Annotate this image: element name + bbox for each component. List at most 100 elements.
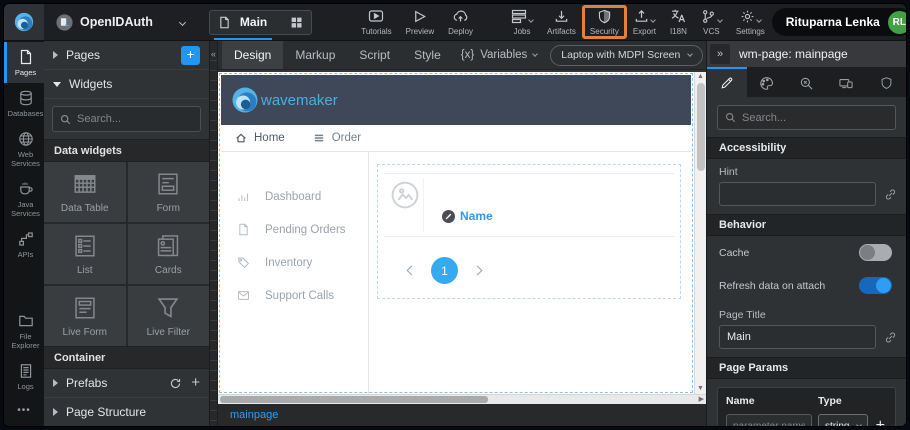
behavior-section-header[interactable]: Behavior bbox=[707, 214, 906, 236]
rail-item-apis[interactable]: APIs bbox=[4, 224, 44, 265]
add-param-button[interactable]: + bbox=[874, 417, 887, 426]
tab-properties[interactable] bbox=[707, 67, 747, 97]
hint-input[interactable] bbox=[719, 182, 876, 206]
i18n-button[interactable]: I18N bbox=[663, 5, 694, 39]
list-item-template[interactable]: Name bbox=[384, 173, 674, 237]
properties-tabs bbox=[707, 67, 906, 97]
accessibility-section-header[interactable]: Accessibility bbox=[707, 137, 906, 159]
topbar-actions-right: Jobs Artifacts Security Export I18N VCS bbox=[504, 5, 772, 39]
search-icon bbox=[725, 112, 736, 123]
tutorials-button[interactable]: Tutorials bbox=[354, 5, 398, 39]
jobs-button[interactable]: Jobs bbox=[504, 5, 540, 39]
bind-property-link-icon[interactable] bbox=[884, 188, 897, 201]
settings-button[interactable]: Settings bbox=[729, 5, 772, 39]
param-name-input[interactable] bbox=[726, 414, 812, 426]
wavemaker-logo[interactable] bbox=[4, 4, 44, 40]
nav-item-order[interactable]: Order bbox=[313, 132, 361, 144]
tab-style[interactable]: Style bbox=[402, 41, 453, 69]
tab-design[interactable]: Design bbox=[222, 41, 283, 69]
device-selector[interactable]: Laptop with MDPI Screen bbox=[550, 45, 703, 66]
tab-styles[interactable] bbox=[747, 67, 787, 97]
widget-cards[interactable]: Cards bbox=[128, 224, 210, 284]
api-nodes-icon bbox=[18, 231, 34, 247]
name-field-binding[interactable]: Name bbox=[442, 200, 493, 232]
wavemaker-wave-icon bbox=[13, 11, 35, 33]
prefabs-section-header[interactable]: Prefabs + bbox=[44, 369, 209, 398]
widget-data-table[interactable]: Data Table bbox=[44, 162, 126, 222]
artifacts-button[interactable]: Artifacts bbox=[540, 5, 583, 39]
rail-item-pages[interactable]: Pages bbox=[4, 42, 44, 83]
live-form-icon bbox=[72, 295, 98, 321]
branch-icon bbox=[701, 9, 716, 24]
param-type-select[interactable]: string bbox=[818, 414, 868, 426]
rail-item-file-explorer[interactable]: File Explorer bbox=[4, 306, 44, 356]
rail-item-web-services[interactable]: Web Services bbox=[4, 124, 44, 174]
shield-outline-icon bbox=[880, 76, 893, 90]
widget-form[interactable]: Form bbox=[128, 162, 210, 222]
widgets-section-header[interactable]: Widgets bbox=[44, 70, 209, 99]
rail-item-logs[interactable]: Logs bbox=[4, 356, 44, 397]
project-menu[interactable]: OpenIDAuth bbox=[44, 14, 195, 31]
collapse-right-panel-button[interactable]: » bbox=[710, 44, 730, 64]
refresh-data-toggle[interactable] bbox=[859, 277, 892, 294]
preview-button[interactable]: Preview bbox=[399, 5, 441, 39]
tab-devices[interactable] bbox=[826, 67, 866, 97]
scroll-right-arrow[interactable]: ▶ bbox=[699, 395, 704, 404]
menu-item-pending-orders[interactable]: Pending Orders bbox=[221, 213, 368, 246]
scroll-up-arrow[interactable]: ▲ bbox=[697, 72, 704, 82]
pagination-page-1[interactable]: 1 bbox=[431, 257, 458, 284]
page-structure-section-header[interactable]: Page Structure bbox=[44, 398, 209, 426]
pagination-prev-icon[interactable] bbox=[407, 266, 417, 276]
widget-live-filter[interactable]: Live Filter bbox=[128, 286, 210, 346]
widget-live-form[interactable]: Live Form bbox=[44, 286, 126, 346]
tab-security[interactable] bbox=[866, 67, 906, 97]
canvas-status-bar: mainpage bbox=[218, 404, 706, 426]
vertical-scroll-thumb[interactable] bbox=[697, 83, 705, 171]
widget-search bbox=[52, 106, 201, 132]
rail-item-databases[interactable]: Databases bbox=[4, 83, 44, 124]
menu-item-support-calls[interactable]: Support Calls bbox=[221, 279, 368, 312]
add-prefab-button[interactable]: + bbox=[191, 377, 200, 389]
canvas-page-mainpage[interactable]: wavemaker Home Order bbox=[218, 72, 694, 394]
canvas-horizontal-scrollbar[interactable]: ▶ bbox=[218, 394, 706, 404]
widget-search-input[interactable] bbox=[77, 113, 193, 125]
horizontal-scroll-thumb[interactable] bbox=[220, 396, 488, 403]
chevron-down-icon bbox=[717, 17, 723, 23]
collapse-left-panel-button[interactable]: « bbox=[210, 49, 217, 59]
scroll-down-arrow[interactable]: ▼ bbox=[697, 384, 704, 394]
page-header-widget[interactable]: wavemaker bbox=[221, 75, 691, 125]
menu-item-inventory[interactable]: Inventory bbox=[221, 246, 368, 279]
export-button[interactable]: Export bbox=[626, 5, 663, 39]
variables-dropdown[interactable]: {x} Variables bbox=[461, 49, 538, 61]
security-button[interactable]: Security bbox=[583, 5, 626, 39]
active-page-name[interactable]: mainpage bbox=[230, 409, 278, 421]
canvas-vertical-scrollbar[interactable]: ▲ ▼ bbox=[694, 72, 706, 394]
properties-search-input[interactable] bbox=[742, 112, 888, 124]
form-icon bbox=[155, 171, 181, 197]
list-widget-selected[interactable]: Name 1 bbox=[377, 164, 681, 299]
nav-label: Home bbox=[254, 132, 285, 144]
user-menu[interactable]: Rituparna Lenka RL bbox=[772, 8, 907, 36]
deploy-button[interactable]: Deploy bbox=[441, 5, 480, 39]
menu-item-dashboard[interactable]: Dashboard bbox=[221, 180, 368, 213]
pagination-next-icon[interactable] bbox=[473, 266, 483, 276]
tab-script[interactable]: Script bbox=[347, 41, 402, 69]
page-params-section-header[interactable]: Page Params bbox=[707, 357, 906, 379]
tab-inspector[interactable] bbox=[787, 67, 827, 97]
rail-item-java-services[interactable]: Java Services bbox=[4, 174, 44, 224]
pages-section-header[interactable]: Pages + bbox=[44, 41, 209, 70]
nav-item-home[interactable]: Home bbox=[235, 132, 285, 144]
tab-markup[interactable]: Markup bbox=[283, 41, 347, 69]
video-tutorials-icon bbox=[368, 8, 384, 24]
refresh-icon[interactable] bbox=[169, 377, 182, 390]
vcs-button[interactable]: VCS bbox=[694, 5, 729, 39]
page-title-input[interactable] bbox=[719, 325, 876, 349]
bind-property-link-icon[interactable] bbox=[884, 331, 897, 344]
grid-icon[interactable] bbox=[290, 16, 303, 29]
add-page-button[interactable]: + bbox=[181, 46, 200, 65]
widget-list[interactable]: List bbox=[44, 224, 126, 284]
rail-more-button[interactable]: ••• bbox=[4, 397, 44, 426]
cache-toggle[interactable] bbox=[859, 244, 892, 261]
action-label: Security bbox=[590, 27, 619, 36]
page-tab-main[interactable]: Main bbox=[209, 10, 312, 35]
